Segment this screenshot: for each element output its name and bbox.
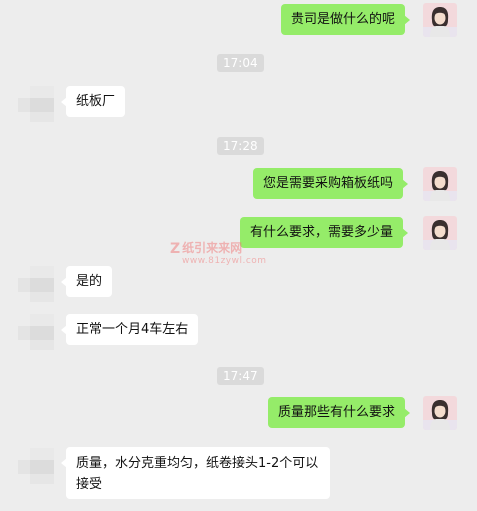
user-avatar[interactable] xyxy=(423,3,457,37)
timestamp: 17:28 xyxy=(217,137,264,155)
message-bubble-received[interactable]: 正常一个月4车左右 xyxy=(60,314,199,345)
message-bubble-sent[interactable]: 贵司是做什么的呢 xyxy=(281,4,411,35)
user-avatar-photo-icon xyxy=(423,3,457,37)
watermark-brand: 纸引来来网 xyxy=(182,241,243,255)
user-avatar[interactable] xyxy=(423,216,457,250)
message-bubble-sent[interactable]: 质量那些有什么要求 xyxy=(268,397,411,428)
message-bubble-received[interactable]: 质量，水分克重均匀，纸卷接头1-2个可以接受 xyxy=(61,447,330,499)
contact-avatar[interactable] xyxy=(18,86,54,122)
user-avatar-photo-icon xyxy=(423,167,457,201)
contact-avatar[interactable] xyxy=(18,266,54,302)
watermark-url: www.81zywl.com xyxy=(182,255,267,266)
timestamp: 17:47 xyxy=(217,367,264,385)
timestamp: 17:04 xyxy=(217,54,264,72)
contact-avatar[interactable] xyxy=(18,448,54,484)
watermark: Z 纸引来来网 www.81zywl.com xyxy=(170,242,267,267)
message-bubble-received[interactable]: 是的 xyxy=(60,266,113,297)
contact-avatar[interactable] xyxy=(18,314,54,350)
user-avatar-photo-icon xyxy=(423,216,457,250)
user-avatar[interactable] xyxy=(423,396,457,430)
user-avatar-photo-icon xyxy=(423,396,457,430)
user-avatar[interactable] xyxy=(423,167,457,201)
watermark-logo-icon: Z xyxy=(170,240,181,257)
message-bubble-sent[interactable]: 您是需要采购箱板纸吗 xyxy=(253,168,409,199)
message-bubble-received[interactable]: 纸板厂 xyxy=(60,86,126,117)
